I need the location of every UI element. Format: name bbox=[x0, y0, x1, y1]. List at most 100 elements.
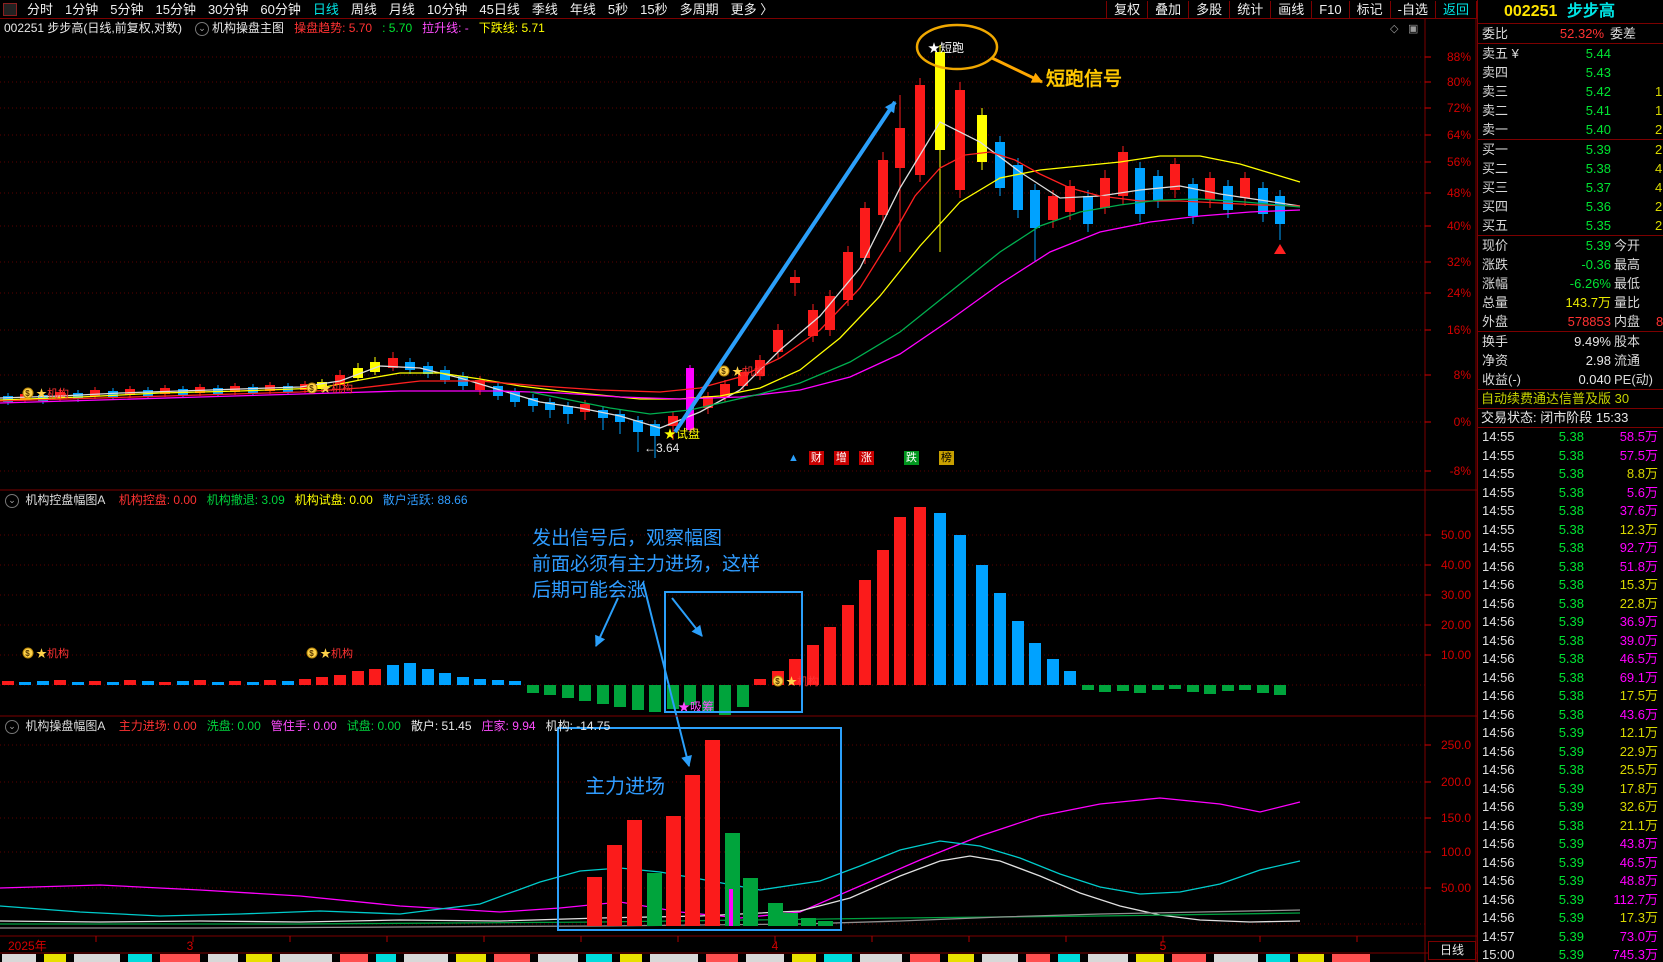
quick-tag-榜[interactable]: 榜 bbox=[938, 451, 954, 465]
ticker-segment bbox=[1214, 954, 1258, 962]
annotation-note-line1: 发出信号后，观察幅图 bbox=[532, 528, 723, 549]
header-segment: 管住手: 0.00 bbox=[270, 719, 337, 733]
tick-row: 14:55 5.38 58.5万 bbox=[1482, 429, 1658, 444]
tick-row: 14:56 5.38 51.8万 bbox=[1482, 558, 1658, 574]
panel3-header: ⌄ 机构操盘幅图A 主力进场: 0.00 洗盘: 0.00 管住手: 0.00 试盘:… bbox=[2, 718, 1402, 734]
svg-text:$: $ bbox=[25, 389, 30, 398]
svg-text:★机构: ★机构 bbox=[36, 386, 69, 400]
ask-row[interactable]: 卖五 ¥5.44 bbox=[1478, 44, 1663, 63]
ticker-segment bbox=[128, 954, 152, 962]
chart-canvas[interactable]: $ ★机构 $ ★机构$ ★机构$ ★机构 $ ★机构$ ★机构★试盘←3.64★吸筹★短跑88… bbox=[0, 0, 1477, 962]
bid-row[interactable]: 买一 5.39 2 bbox=[1478, 140, 1663, 159]
menu-bar: 分时 1分钟 5分钟 15分钟 30分钟 60分钟 日线 周线 月线 10分钟 45日线 季线 年线 5秒… bbox=[0, 0, 1477, 19]
ask-row[interactable]: 卖四 5.43 bbox=[1478, 63, 1663, 82]
ticker-segment bbox=[746, 954, 784, 962]
menu-item-10分钟[interactable]: 10分钟 bbox=[421, 1, 473, 18]
menu-item-年线[interactable]: 年线 bbox=[564, 1, 602, 18]
ask-row[interactable]: 卖三 5.42 1 bbox=[1478, 82, 1663, 101]
app-logo-icon[interactable] bbox=[3, 2, 17, 16]
svg-text:$: $ bbox=[25, 649, 30, 658]
tick-row: 14:55 5.38 12.3万 bbox=[1482, 521, 1658, 537]
svg-text:150.0: 150.0 bbox=[1441, 811, 1471, 825]
menu-item-1分钟[interactable]: 1分钟 bbox=[59, 1, 104, 18]
tick-row: 14:55 5.38 8.8万 bbox=[1482, 466, 1658, 481]
bottom-ticker bbox=[2, 954, 1422, 962]
ask-row[interactable]: 卖一 5.40 2 bbox=[1478, 120, 1663, 139]
diamond-icon[interactable]: ◇ bbox=[1390, 22, 1398, 35]
panel-layout-icon[interactable]: ▣ bbox=[1408, 22, 1418, 35]
header-segment: 机构试盘: 0.00 bbox=[294, 493, 373, 507]
menu-item-15分钟[interactable]: 15分钟 bbox=[149, 1, 201, 18]
menu-item-更多 〉[interactable]: 更多 〉 bbox=[725, 1, 780, 18]
svg-text:100.0: 100.0 bbox=[1441, 845, 1471, 859]
svg-text:5: 5 bbox=[1160, 939, 1167, 953]
header-segment: 机构: -14.75 bbox=[545, 719, 611, 733]
menu-item-45日线[interactable]: 45日线 bbox=[473, 1, 525, 18]
menu-item-30分钟[interactable]: 30分钟 bbox=[202, 1, 254, 18]
header-segment: 散户: 51.45 bbox=[410, 719, 472, 733]
menu-item-日线[interactable]: 日线 bbox=[307, 1, 345, 18]
bid-row[interactable]: 买二 5.38 4 bbox=[1478, 159, 1663, 178]
svg-text:★机构: ★机构 bbox=[36, 646, 69, 660]
main-chart-title: 002251 步步高(日线,前复权,对数) ⌄ 机构操盘主图 操盘趋势: 5.70: … bbox=[4, 20, 1384, 36]
quick-tag-涨[interactable]: 涨 bbox=[858, 451, 874, 465]
menu-item-15秒[interactable]: 15秒 bbox=[634, 1, 673, 18]
bid-row[interactable]: 买五 5.35 2 bbox=[1478, 216, 1663, 235]
header-segment: 002251 步步高(日线,前复权,对数) bbox=[4, 21, 183, 35]
weibi-label: 委比 bbox=[1482, 26, 1509, 41]
svg-text:10.00: 10.00 bbox=[1441, 648, 1471, 662]
bid-row[interactable]: 买四 5.36 2 bbox=[1478, 197, 1663, 216]
tick-row: 14:56 5.39 32.6万 bbox=[1482, 799, 1658, 814]
ticker-segment bbox=[280, 954, 332, 962]
menu-item-5分钟[interactable]: 5分钟 bbox=[104, 1, 149, 18]
tick-row: 14:55 5.38 5.6万 bbox=[1482, 484, 1658, 500]
ticker-segment bbox=[376, 954, 396, 962]
bid-list: 买一 5.39 2 买二 5.38 4 买三 5.37 4 买四 5.36 2 买五 5.35 2 bbox=[1478, 140, 1663, 235]
menu-item-周线[interactable]: 周线 bbox=[345, 1, 383, 18]
menu-item-多周期[interactable]: 多周期 bbox=[674, 1, 725, 18]
svg-text:200.0: 200.0 bbox=[1441, 775, 1471, 789]
ask-row[interactable]: 卖二 5.41 1 bbox=[1478, 101, 1663, 120]
tool-item-多股[interactable]: 多股 bbox=[1188, 0, 1229, 18]
tool-item-画线[interactable]: 画线 bbox=[1270, 0, 1311, 18]
period-selector[interactable]: 日线 bbox=[1428, 941, 1476, 960]
tool-item-F10[interactable]: F10 bbox=[1311, 0, 1348, 18]
svg-text:8%: 8% bbox=[1454, 368, 1472, 382]
quick-tag-增[interactable]: 增 bbox=[833, 451, 849, 465]
sprint-signal-label: 短跑信号 bbox=[1046, 69, 1123, 90]
svg-text:-8%: -8% bbox=[1450, 464, 1472, 478]
panel3-collapse-icon[interactable]: ⌄ bbox=[5, 720, 19, 734]
ticker-segment bbox=[1332, 954, 1370, 962]
menu-item-60分钟[interactable]: 60分钟 bbox=[254, 1, 306, 18]
tool-item-统计[interactable]: 统计 bbox=[1229, 0, 1270, 18]
ask-list: 卖五 ¥5.44 卖四 5.43 卖三 5.42 1 卖二 5.41 1 卖一 5.40 2 bbox=[1478, 44, 1663, 139]
menu-item-5秒[interactable]: 5秒 bbox=[602, 1, 634, 18]
annotation-note-line3: 后期可能会涨 bbox=[532, 580, 647, 601]
ticker-segment bbox=[160, 954, 200, 962]
svg-text:2025年: 2025年 bbox=[8, 939, 47, 953]
tick-row: 14:56 5.39 36.9万 bbox=[1482, 614, 1658, 629]
license-banner[interactable]: 自动续费通达信普及版 30 bbox=[1478, 389, 1663, 409]
panel2-collapse-icon[interactable]: ⌄ bbox=[5, 494, 19, 508]
stock-code: 002251 bbox=[1504, 3, 1558, 20]
menu-item-季线[interactable]: 季线 bbox=[526, 1, 564, 18]
quick-tag-财[interactable]: 财 bbox=[808, 451, 824, 465]
tool-item-复权[interactable]: 复权 bbox=[1106, 0, 1147, 18]
menu-item-分时[interactable]: 分时 bbox=[21, 1, 59, 18]
quick-tag-跌[interactable]: 跌 bbox=[903, 451, 919, 465]
tool-item--自选[interactable]: -自选 bbox=[1389, 0, 1435, 18]
tool-item-叠加[interactable]: 叠加 bbox=[1147, 0, 1188, 18]
quick-tag-▲[interactable]: ▲ bbox=[786, 451, 801, 465]
tool-item-标记[interactable]: 标记 bbox=[1348, 0, 1390, 18]
svg-text:64%: 64% bbox=[1447, 128, 1471, 142]
menu-item-月线[interactable]: 月线 bbox=[383, 1, 421, 18]
ticker-segment bbox=[948, 954, 974, 962]
tool-item-返回[interactable]: 返回 bbox=[1434, 0, 1477, 18]
quick-tag-bar: ▲ 财增涨 跌 榜 bbox=[786, 451, 954, 465]
bid-row[interactable]: 买三 5.37 4 bbox=[1478, 178, 1663, 197]
tools-menu: 复权 叠加 多股 统计 画线 F10 标记 -自选 返回 bbox=[1106, 0, 1477, 18]
indicator-dropdown-icon[interactable]: ⌄ bbox=[195, 22, 210, 36]
ticker-segment bbox=[982, 954, 1018, 962]
panel2-header-values: 机构控盘: 0.00 机构撤退: 3.09 机构试盘: 0.00 散户活跃: 88.6… bbox=[119, 493, 478, 507]
tick-row: 14:56 5.39 112.7万 bbox=[1482, 891, 1658, 907]
